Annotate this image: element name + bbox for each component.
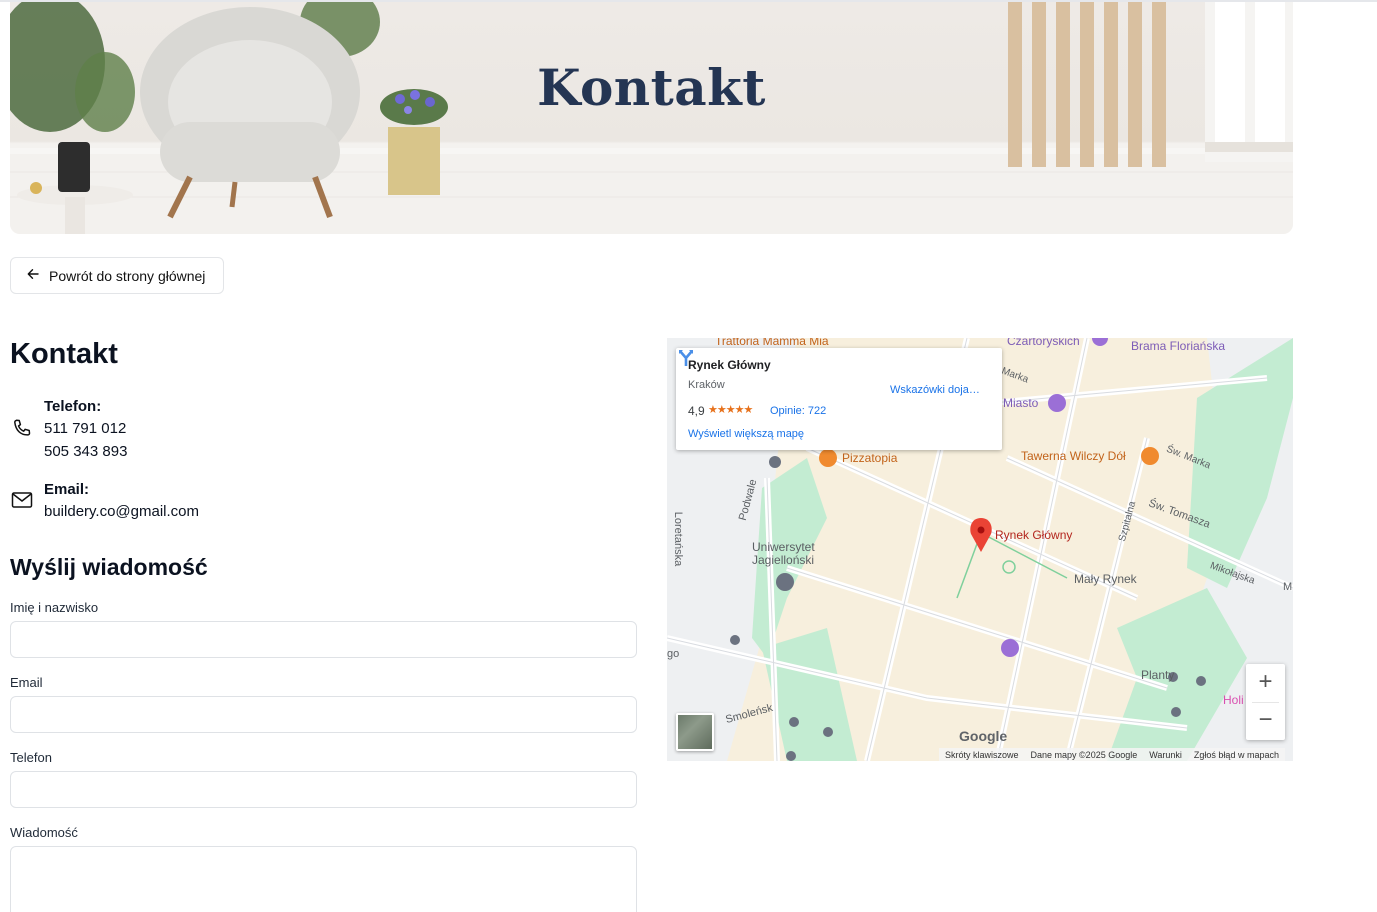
name-label: Imię i nazwisko: [10, 600, 99, 615]
place-city: Kraków: [688, 379, 725, 391]
zoom-out-button[interactable]: −: [1246, 702, 1285, 740]
phone-label: Telefon:: [44, 398, 102, 415]
arrow-left-icon: [27, 267, 39, 284]
phone-number-1[interactable]: 511 791 012: [44, 420, 126, 437]
place-card: Rynek Główny Kraków 4,9 ★★★★★ Opinie: 72…: [676, 348, 1002, 450]
back-button-label: Powrót do strony głównej: [49, 267, 206, 284]
map-label-uniwersytet-2: Jagielloński: [752, 553, 815, 567]
phone-number-2[interactable]: 505 343 893: [44, 443, 127, 460]
map-label-tawerna: Tawerna Wilczy Dół: [1021, 449, 1126, 463]
message-label: Wiadomość: [10, 825, 78, 840]
map-label-loretanska: Loretańska: [672, 511, 685, 567]
map-label-maly-rynek: Mały Rynek: [1074, 572, 1137, 586]
zoom-controls: + −: [1246, 664, 1285, 740]
phone-input[interactable]: [10, 771, 637, 808]
report-error-link[interactable]: Zgłoś błąd w mapach: [1194, 750, 1279, 760]
map-label-planty: Planty: [1141, 668, 1175, 682]
email-address[interactable]: buildery.co@gmail.com: [44, 503, 199, 520]
terms-link[interactable]: Warunki: [1149, 750, 1182, 760]
directions-icon[interactable]: [676, 348, 696, 368]
map-label-holi: Holi: [1223, 693, 1244, 707]
email-input[interactable]: [10, 696, 637, 733]
google-map[interactable]: Trattoria Mamma Mia Czartoryskich Brama …: [667, 338, 1293, 761]
map-label-rynek: Rynek Główny: [995, 528, 1073, 542]
map-label-brama: Brama Floriańska: [1131, 339, 1226, 353]
message-textarea[interactable]: [10, 846, 637, 912]
phone-field-label: Telefon: [10, 750, 52, 765]
map-label-go: go: [667, 648, 680, 660]
map-footer: Skróty klawiszowe Dane mapy ©2025 Google…: [939, 748, 1285, 761]
map-label-czartoryskich: Czartoryskich: [1007, 338, 1080, 348]
reviews-link[interactable]: Opinie: 722: [770, 405, 826, 417]
hero-title: Kontakt: [537, 58, 766, 117]
rating-stars-icon: ★★★★★: [708, 404, 753, 416]
form-heading: Wyślij wiadomość: [10, 554, 208, 580]
map-data-text: Dane mapy ©2025 Google: [1030, 749, 1138, 760]
map-label-miasto: Miasto: [1003, 396, 1039, 410]
name-input[interactable]: [10, 621, 637, 658]
view-larger-map-link[interactable]: Wyświetl większą mapę: [688, 428, 804, 440]
map-label-m: M: [1283, 581, 1293, 593]
place-rating: 4,9: [688, 404, 705, 418]
hero-banner: Kontakt: [10, 2, 1293, 234]
map-label-pizzatopia: Pizzatopia: [842, 451, 898, 465]
mail-icon: [11, 492, 33, 508]
map-label-trattoria: Trattoria Mamma Mia: [715, 338, 829, 348]
email-label: Email:: [44, 481, 90, 498]
google-logo: Google: [959, 728, 1008, 744]
directions-link[interactable]: Wskazówki doja…: [890, 384, 980, 396]
place-name: Rynek Główny: [688, 358, 771, 372]
phone-icon: [14, 419, 31, 436]
hero-illustration: [10, 2, 1293, 234]
satellite-layer-button[interactable]: [676, 713, 714, 751]
back-to-home-button[interactable]: Powrót do strony głównej: [10, 257, 224, 294]
contact-heading: Kontakt: [10, 338, 118, 370]
email-field-label: Email: [10, 675, 43, 690]
zoom-in-button[interactable]: +: [1246, 664, 1285, 702]
keyboard-shortcuts-link[interactable]: Skróty klawiszowe: [945, 750, 1019, 760]
map-label-uniwersytet-1: Uniwersytet: [752, 540, 815, 554]
